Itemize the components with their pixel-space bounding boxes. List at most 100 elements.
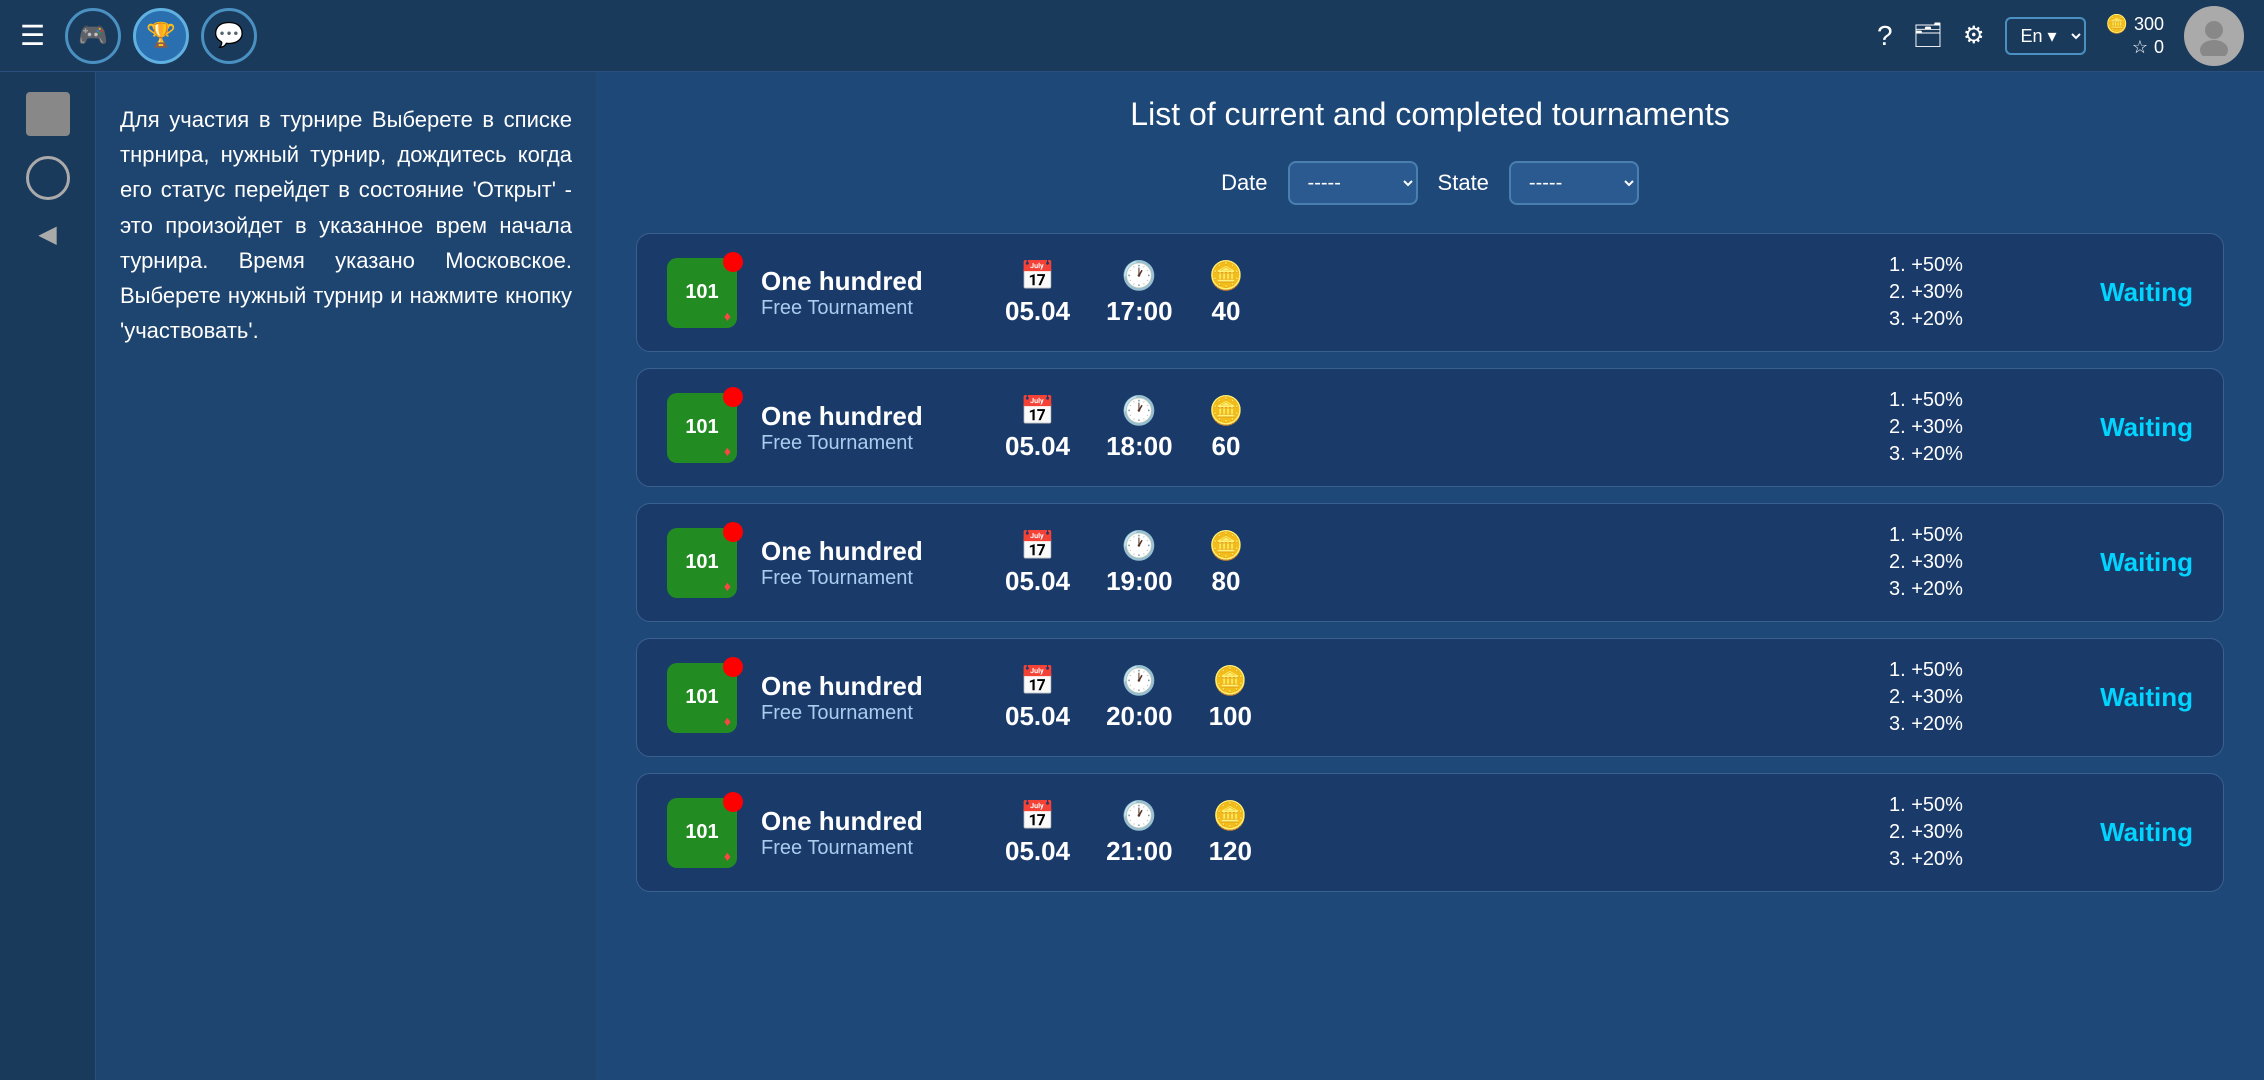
tournament-icon: 101 ♦	[667, 393, 737, 463]
stars-value: 0	[2154, 37, 2164, 58]
tournament-capacity: 120	[1209, 836, 1252, 867]
prize-first: 1. +50%	[1889, 389, 2029, 412]
currency-display: 🪙 300 ☆ 0	[2106, 14, 2164, 58]
tournament-status[interactable]: Waiting	[2053, 682, 2193, 713]
info-text: Для участия в турнире Выберете в списке …	[120, 102, 572, 348]
tournament-card[interactable]: 101 ♦ One hundred Free Tournament 📅 05.0…	[636, 368, 2224, 487]
language-selector[interactable]: En ▾ Ru	[2005, 17, 2086, 55]
nav-right: ? 🗂 ⚙ En ▾ Ru 🪙 300 ☆ 0	[1877, 6, 2244, 66]
top-navigation: ☰ 🎮 🏆 💬 ? 🗂 ⚙ En ▾ Ru 🪙 300 ☆ 0	[0, 0, 2264, 72]
tournament-subname: Free Tournament	[761, 297, 961, 320]
coins-icon: 🪙	[1213, 799, 1248, 832]
tournament-capacity: 80	[1212, 566, 1241, 597]
tournament-info: 📅 05.04 🕐 17:00 🪙 40	[1005, 259, 1845, 327]
tournament-time: 19:00	[1106, 566, 1173, 597]
trophy-button[interactable]: 🏆	[133, 8, 189, 64]
tournament-icon: 101 ♦	[667, 258, 737, 328]
tournament-name-block: One hundred Free Tournament	[761, 536, 961, 590]
tournament-prizes: 1. +50% 2. +30% 3. +20%	[1889, 524, 2029, 601]
tournament-capacity-item: 🪙 100	[1209, 664, 1252, 732]
coins-icon: 🪙	[1209, 394, 1244, 427]
date-filter-select[interactable]: -----	[1288, 161, 1418, 205]
tournament-capacity: 60	[1212, 431, 1241, 462]
clock-icon: 🕐	[1122, 664, 1157, 697]
prize-third: 3. +20%	[1889, 443, 2029, 466]
tournament-date-item: 📅 05.04	[1005, 664, 1070, 732]
tournament-date-item: 📅 05.04	[1005, 799, 1070, 867]
prize-second: 2. +30%	[1889, 551, 2029, 574]
tournament-time: 21:00	[1106, 836, 1173, 867]
tournament-name: One hundred	[761, 806, 961, 837]
tournament-capacity-item: 🪙 40	[1209, 259, 1244, 327]
avatar[interactable]	[2184, 6, 2244, 66]
tournament-status[interactable]: Waiting	[2053, 277, 2193, 308]
tournament-info: 📅 05.04 🕐 19:00 🪙 80	[1005, 529, 1845, 597]
tournament-card[interactable]: 101 ♦ One hundred Free Tournament 📅 05.0…	[636, 638, 2224, 757]
prize-second: 2. +30%	[1889, 281, 2029, 304]
tournament-time-item: 🕐 19:00	[1106, 529, 1173, 597]
tournament-info: 📅 05.04 🕐 21:00 🪙 120	[1005, 799, 1845, 867]
tournament-name-block: One hundred Free Tournament	[761, 401, 961, 455]
tournament-prizes: 1. +50% 2. +30% 3. +20%	[1889, 254, 2029, 331]
gamepad-button[interactable]: 🎮	[65, 8, 121, 64]
tournament-time-item: 🕐 21:00	[1106, 799, 1173, 867]
prize-second: 2. +30%	[1889, 416, 2029, 439]
tournament-icon: 101 ♦	[667, 528, 737, 598]
page-title: List of current and completed tournament…	[636, 96, 2224, 133]
tournament-name: One hundred	[761, 671, 961, 702]
wallet-button[interactable]: 🗂	[1913, 21, 1943, 50]
prize-second: 2. +30%	[1889, 821, 2029, 844]
main-layout: ◀ Для участия в турнире Выберете в списк…	[0, 72, 2264, 1080]
tournament-time-item: 🕐 18:00	[1106, 394, 1173, 462]
tournament-time: 18:00	[1106, 431, 1173, 462]
clock-icon: 🕐	[1122, 259, 1157, 292]
clock-icon: 🕐	[1122, 394, 1157, 427]
tournament-capacity-item: 🪙 80	[1209, 529, 1244, 597]
tournament-capacity: 40	[1212, 296, 1241, 327]
prize-first: 1. +50%	[1889, 254, 2029, 277]
calendar-icon: 📅	[1020, 664, 1055, 697]
tournament-capacity-item: 🪙 120	[1209, 799, 1252, 867]
prize-third: 3. +20%	[1889, 578, 2029, 601]
tournament-date: 05.04	[1005, 836, 1070, 867]
tournament-name: One hundred	[761, 266, 961, 297]
prize-third: 3. +20%	[1889, 308, 2029, 331]
tournament-status[interactable]: Waiting	[2053, 547, 2193, 578]
info-panel: Для участия в турнире Выберете в списке …	[96, 72, 596, 1080]
calendar-icon: 📅	[1020, 259, 1055, 292]
tournament-subname: Free Tournament	[761, 837, 961, 860]
tournament-status[interactable]: Waiting	[2053, 412, 2193, 443]
coins-icon: 🪙	[1209, 529, 1244, 562]
prize-first: 1. +50%	[1889, 659, 2029, 682]
tournament-date-item: 📅 05.04	[1005, 394, 1070, 462]
tournament-time-item: 🕐 20:00	[1106, 664, 1173, 732]
state-filter-label: State	[1438, 170, 1489, 196]
state-filter-select[interactable]: -----	[1509, 161, 1639, 205]
settings-button[interactable]: ⚙	[1963, 21, 1985, 50]
tournament-capacity: 100	[1209, 701, 1252, 732]
main-content: List of current and completed tournament…	[596, 72, 2264, 1080]
calendar-icon: 📅	[1020, 799, 1055, 832]
chat-button[interactable]: 💬	[201, 8, 257, 64]
tournament-time: 20:00	[1106, 701, 1173, 732]
coins-value: 300	[2134, 14, 2164, 35]
tournament-name: One hundred	[761, 401, 961, 432]
sidebar-back-arrow[interactable]: ◀	[38, 220, 56, 249]
tournament-card[interactable]: 101 ♦ One hundred Free Tournament 📅 05.0…	[636, 503, 2224, 622]
tournament-date: 05.04	[1005, 566, 1070, 597]
tournament-icon: 101 ♦	[667, 663, 737, 733]
tournament-info: 📅 05.04 🕐 18:00 🪙 60	[1005, 394, 1845, 462]
tournament-prizes: 1. +50% 2. +30% 3. +20%	[1889, 794, 2029, 871]
tournament-card[interactable]: 101 ♦ One hundred Free Tournament 📅 05.0…	[636, 233, 2224, 352]
help-button[interactable]: ?	[1877, 20, 1893, 52]
prize-first: 1. +50%	[1889, 524, 2029, 547]
sidebar-square	[26, 92, 70, 136]
tournament-list: 101 ♦ One hundred Free Tournament 📅 05.0…	[636, 233, 2224, 892]
tournament-capacity-item: 🪙 60	[1209, 394, 1244, 462]
tournament-card[interactable]: 101 ♦ One hundred Free Tournament 📅 05.0…	[636, 773, 2224, 892]
hamburger-menu[interactable]: ☰	[20, 19, 45, 52]
tournament-status[interactable]: Waiting	[2053, 817, 2193, 848]
clock-icon: 🕐	[1122, 529, 1157, 562]
tournament-time: 17:00	[1106, 296, 1173, 327]
coins-icon: 🪙	[1209, 259, 1244, 292]
